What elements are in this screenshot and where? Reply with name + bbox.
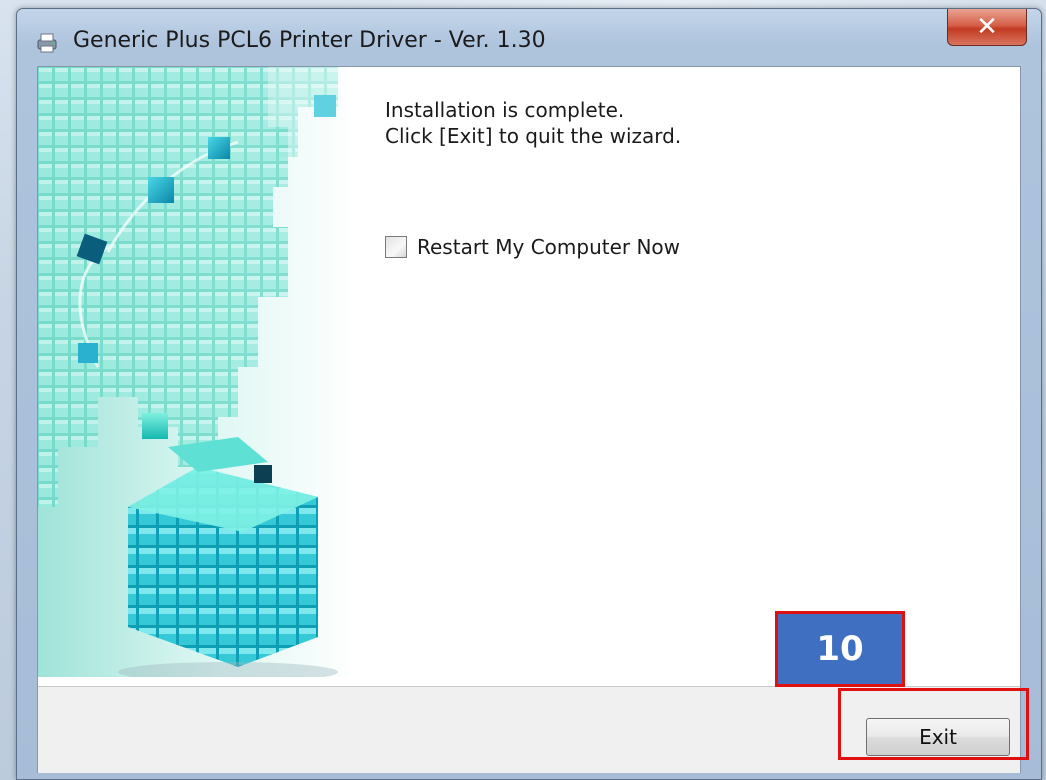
restart-checkbox[interactable] [385, 236, 407, 258]
title-bar[interactable]: Generic Plus PCL6 Printer Driver - Ver. … [17, 9, 1041, 66]
exit-button-highlight [838, 688, 1029, 760]
restart-checkbox-label: Restart My Computer Now [417, 235, 681, 259]
restart-checkbox-row[interactable]: Restart My Computer Now [385, 235, 680, 259]
close-button[interactable]: ✕ [947, 9, 1027, 46]
printer-icon [37, 33, 57, 53]
step-number: 10 [816, 629, 864, 669]
message-line-1: Installation is complete. [385, 98, 625, 122]
window-title: Generic Plus PCL6 Printer Driver - Ver. … [73, 28, 546, 53]
close-icon: ✕ [976, 12, 998, 42]
completion-message: Installation is complete. Click [Exit] t… [385, 97, 681, 149]
cube-artwork [38, 67, 358, 677]
message-line-2: Click [Exit] to quit the wizard. [385, 124, 682, 148]
step-number-badge: 10 [775, 611, 905, 687]
